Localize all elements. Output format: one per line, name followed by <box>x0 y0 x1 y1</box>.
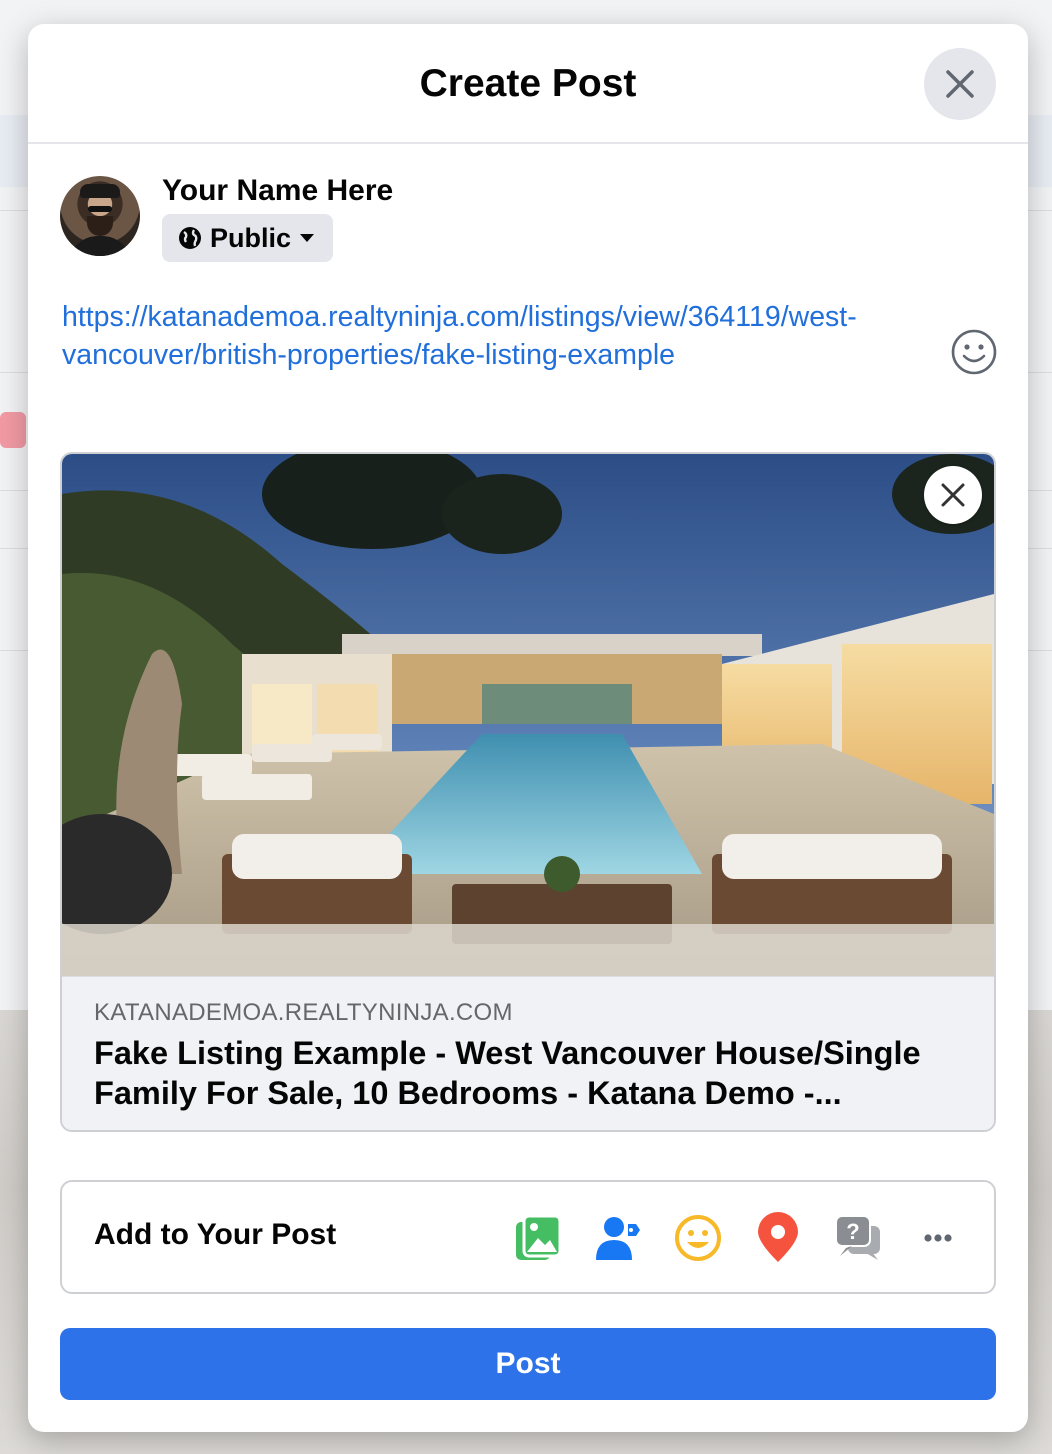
add-to-post-bar: Add to Your Post ? <box>60 1180 996 1294</box>
dialog-header: Create Post <box>28 24 1028 144</box>
dialog-title: Create Post <box>419 62 637 105</box>
emoji-picker-icon[interactable] <box>950 328 998 376</box>
post-text-input[interactable]: https://katanademoa.realtyninja.com/list… <box>62 298 952 374</box>
link-domain: KATANADEMOA.REALTYNINJA.COM <box>94 999 513 1026</box>
close-icon <box>946 70 974 98</box>
more-icon[interactable] <box>912 1212 964 1264</box>
remove-link-preview-button[interactable] <box>924 466 982 524</box>
audience-selector[interactable]: Public <box>162 214 334 262</box>
link-preview-card[interactable]: KATANADEMOA.REALTYNINJA.COM Fake Listing… <box>60 452 996 1132</box>
author-name: Your Name Here <box>162 174 394 207</box>
close-icon <box>941 483 965 507</box>
close-button[interactable] <box>924 48 996 120</box>
link-title: Fake Listing Example - West Vancouver Ho… <box>94 1035 921 1111</box>
ask-recommendations-icon[interactable]: ? <box>832 1212 884 1264</box>
feeling-icon[interactable] <box>672 1212 724 1264</box>
create-post-dialog: Create Post Your Name Here Public https:… <box>28 24 1028 1432</box>
add-to-post-label: Add to Your Post <box>94 1218 337 1251</box>
caret-down-icon <box>300 234 315 242</box>
tag-people-icon[interactable] <box>592 1212 644 1264</box>
audience-label: Public <box>210 222 292 253</box>
photo-video-icon[interactable] <box>512 1212 564 1264</box>
link-preview-image <box>62 454 994 976</box>
check-in-icon[interactable] <box>752 1212 804 1264</box>
post-button-label: Post <box>495 1347 561 1380</box>
post-button[interactable]: Post <box>60 1328 996 1400</box>
avatar <box>60 176 140 256</box>
link-preview-meta: KATANADEMOA.REALTYNINJA.COM Fake Listing… <box>62 976 994 1130</box>
svg-text:?: ? <box>846 1219 859 1244</box>
globe-icon <box>179 227 201 249</box>
background-badge <box>0 412 26 448</box>
